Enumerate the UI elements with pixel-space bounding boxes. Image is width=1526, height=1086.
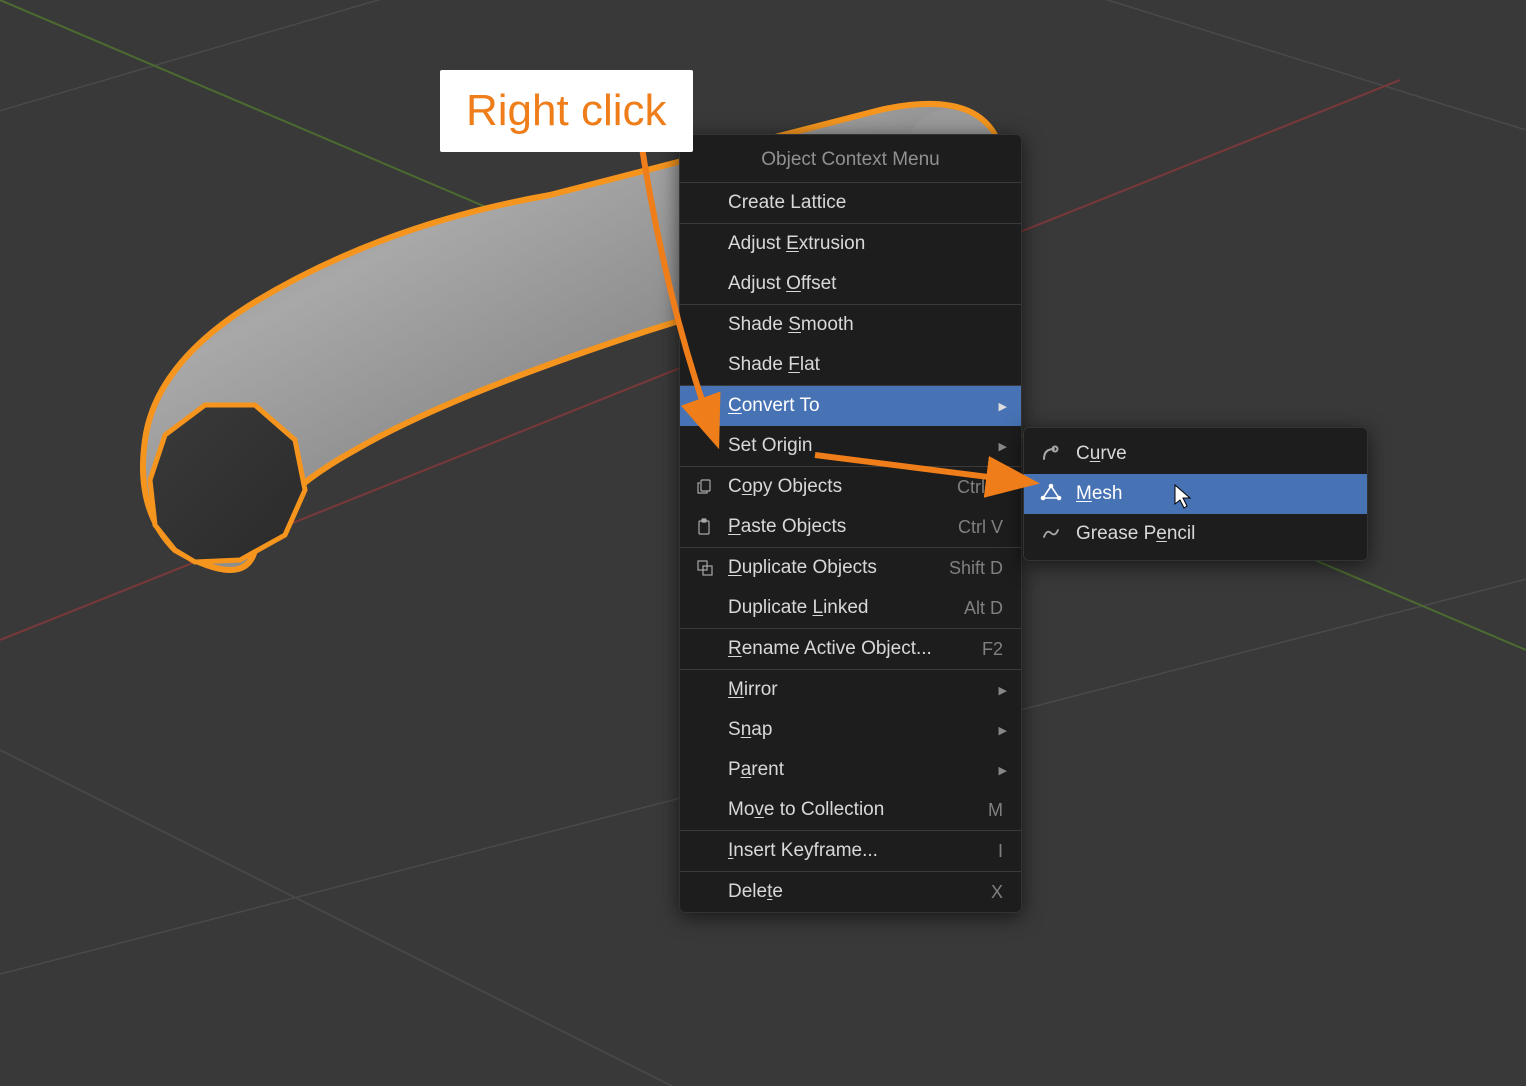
- convert-to-submenu: Curve Mesh Grease Pencil: [1023, 427, 1368, 561]
- menu-item-move-to-collection[interactable]: Move to Collection M: [680, 790, 1021, 830]
- shortcut-label: Shift D: [949, 558, 1003, 579]
- copy-icon: [693, 475, 717, 499]
- shortcut-label: X: [991, 882, 1003, 903]
- submenu-arrow-icon: ▶: [999, 400, 1007, 413]
- submenu-item-grease-pencil[interactable]: Grease Pencil: [1024, 514, 1367, 554]
- submenu-item-curve[interactable]: Curve: [1024, 434, 1367, 474]
- menu-item-snap[interactable]: Snap ▶: [680, 710, 1021, 750]
- annotation-arrow-2: [810, 440, 1050, 500]
- menu-item-paste-objects[interactable]: Paste Objects Ctrl V: [680, 507, 1021, 547]
- paste-icon: [693, 515, 717, 539]
- menu-item-parent[interactable]: Parent ▶: [680, 750, 1021, 790]
- shortcut-label: F2: [982, 639, 1003, 660]
- shortcut-label: Alt D: [964, 598, 1003, 619]
- menu-item-rename-active-object[interactable]: Rename Active Object... F2: [680, 629, 1021, 669]
- menu-item-delete[interactable]: Delete X: [680, 872, 1021, 912]
- shortcut-label: M: [988, 800, 1003, 821]
- duplicate-icon: [693, 556, 717, 580]
- annotation-arrow-1: [620, 130, 770, 470]
- shortcut-label: I: [998, 841, 1003, 862]
- grease-pencil-icon: [1039, 522, 1063, 546]
- shortcut-label: Ctrl V: [958, 517, 1003, 538]
- submenu-arrow-icon: ▶: [999, 724, 1007, 737]
- menu-item-mirror[interactable]: Mirror ▶: [680, 670, 1021, 710]
- menu-item-insert-keyframe[interactable]: Insert Keyframe... I: [680, 831, 1021, 871]
- menu-item-duplicate-linked[interactable]: Duplicate Linked Alt D: [680, 588, 1021, 628]
- menu-item-duplicate-objects[interactable]: Duplicate Objects Shift D: [680, 548, 1021, 588]
- annotation-right-click: Right click: [440, 70, 693, 152]
- submenu-arrow-icon: ▶: [999, 764, 1007, 777]
- submenu-item-mesh[interactable]: Mesh: [1024, 474, 1367, 514]
- submenu-arrow-icon: ▶: [999, 684, 1007, 697]
